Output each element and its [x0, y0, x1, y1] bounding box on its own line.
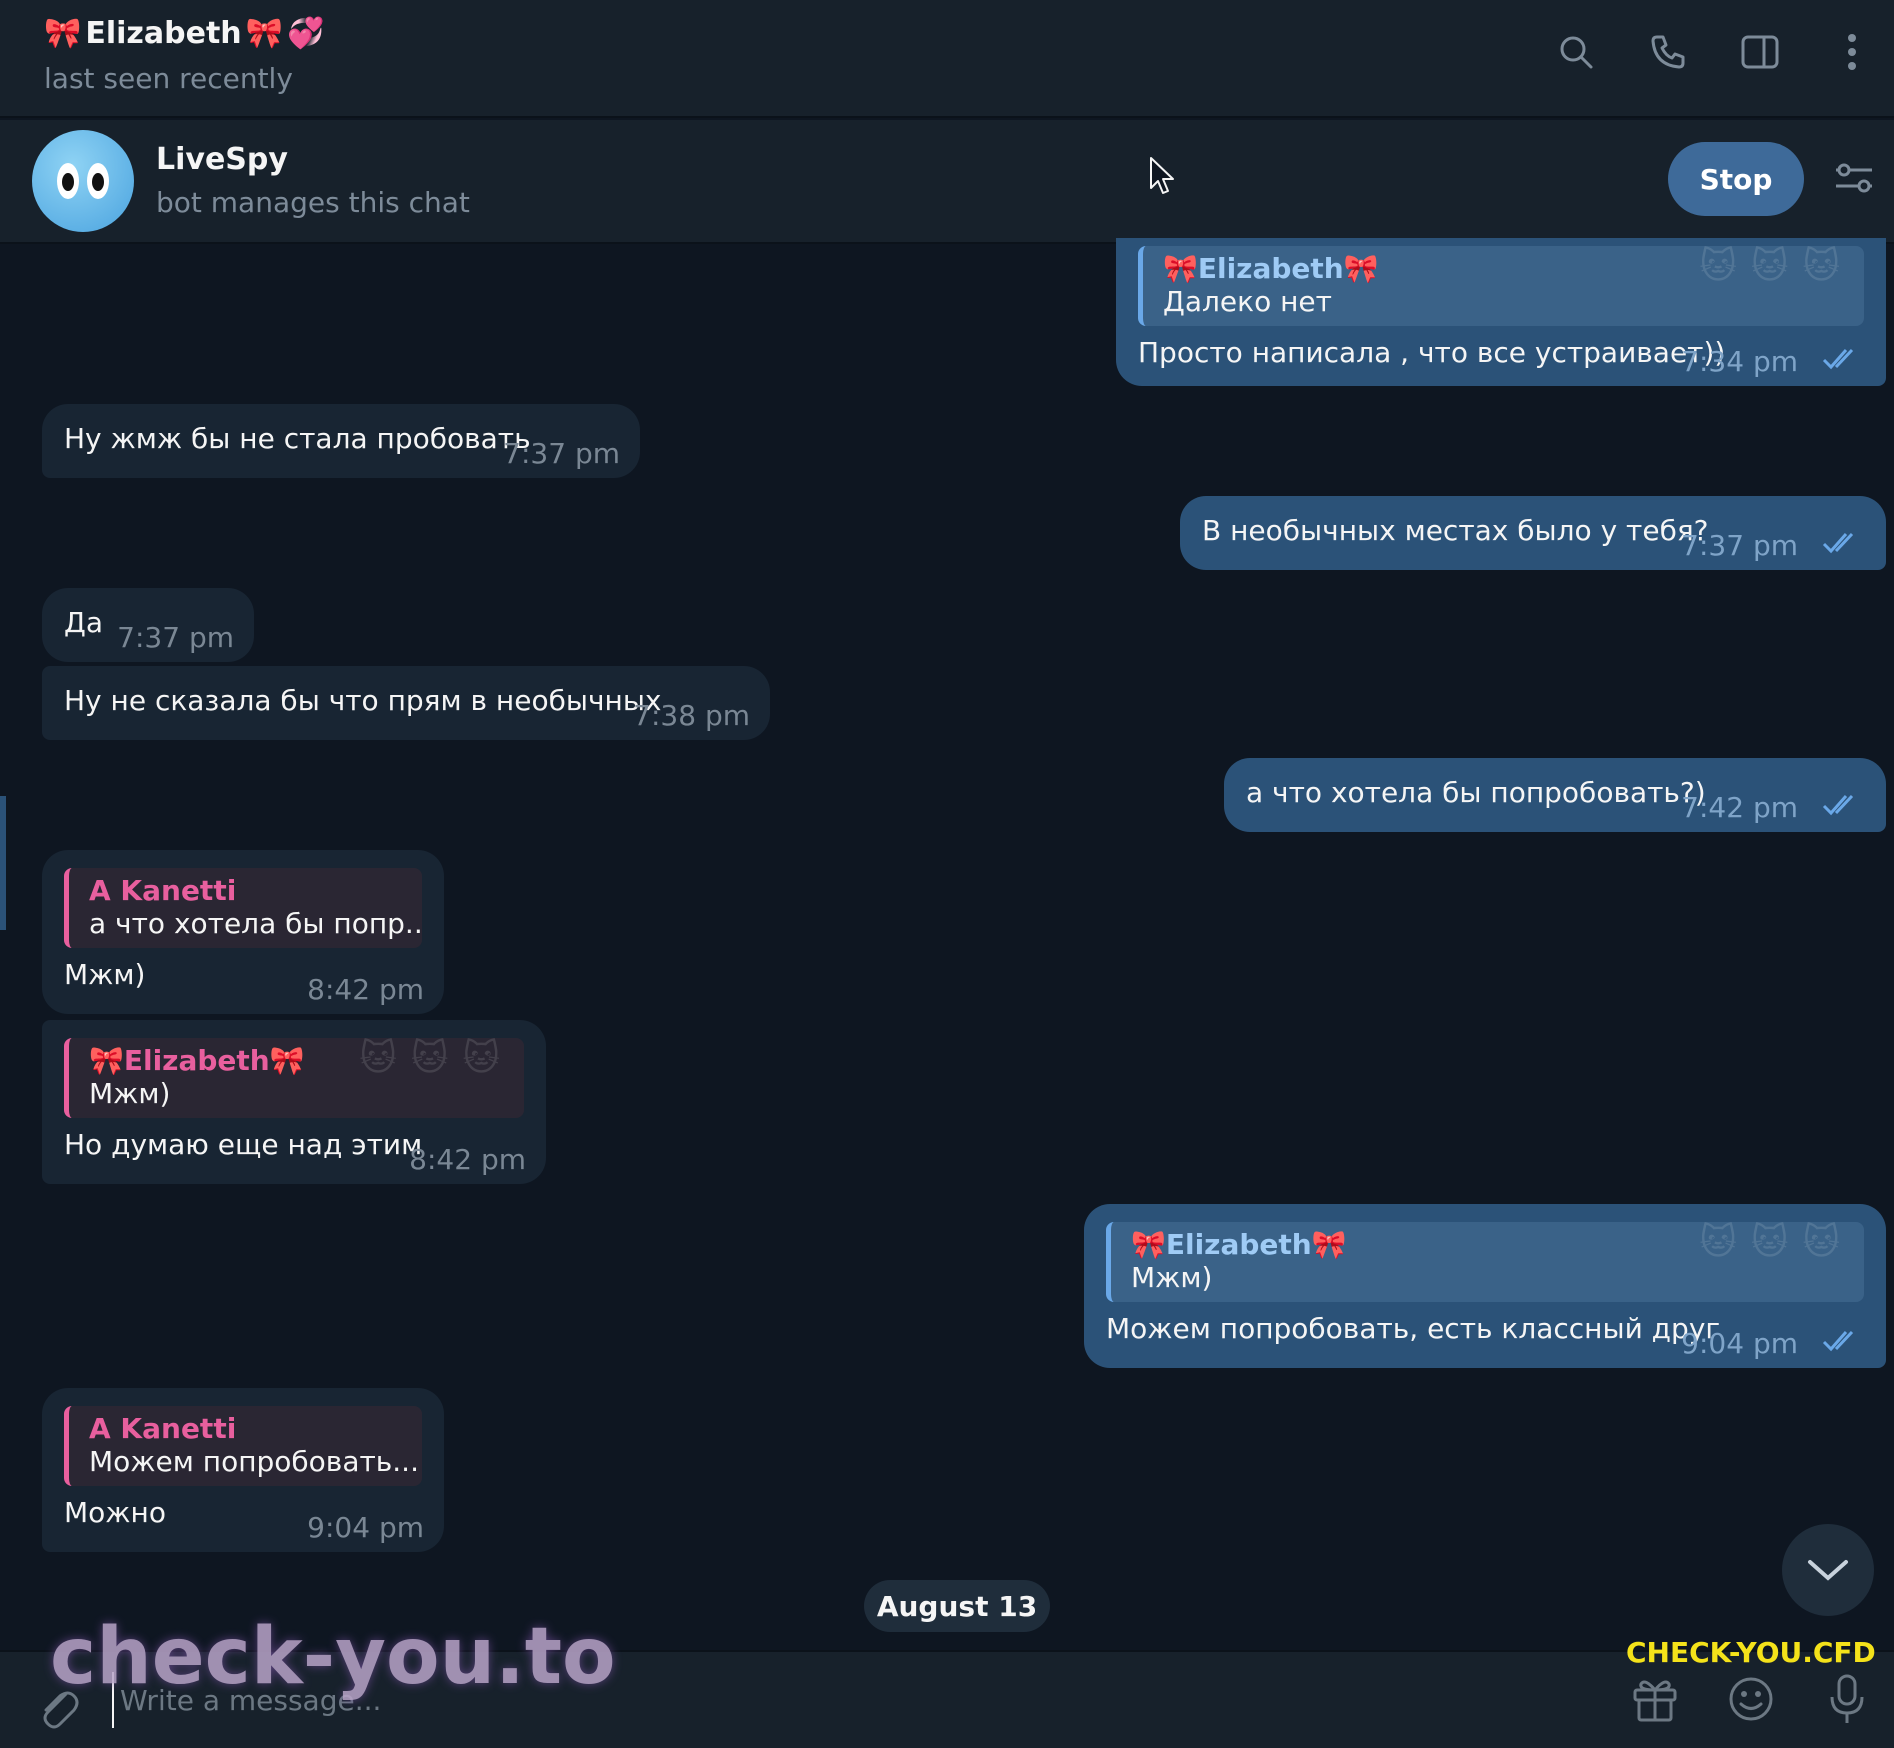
- message-time: 7:37 pm: [117, 621, 234, 654]
- stop-bot-button[interactable]: Stop: [1668, 142, 1804, 216]
- active-indicator: [0, 796, 6, 930]
- chat-status: last seen recently: [44, 62, 293, 95]
- message-bubble-outgoing[interactable]: а что хотела бы попробовать?) 7:42 pm: [1224, 758, 1886, 832]
- reply-text: а что хотела бы попр...: [89, 907, 422, 940]
- cat-pattern-icon: 🐱🐱🐱: [359, 1038, 514, 1079]
- composer-actions: [1630, 1672, 1872, 1726]
- reply-text: Мжм): [89, 1077, 171, 1110]
- gift-icon[interactable]: [1630, 1672, 1680, 1726]
- message-bubble-incoming[interactable]: A Kanetti а что хотела бы попр... Мжм) 8…: [42, 850, 444, 1014]
- watermark-right: CHECK-YOU.CFD: [1626, 1636, 1876, 1669]
- hearts-emoji: 💞: [287, 16, 325, 51]
- message-time: 7:37 pm: [503, 437, 620, 470]
- reply-quote[interactable]: 🐱🐱🐱 🎀Elizabeth🎀 Мжм): [1106, 1222, 1864, 1302]
- phone-icon[interactable]: [1646, 30, 1690, 74]
- message-bubble-outgoing[interactable]: 🐱🐱🐱 🎀Elizabeth🎀 Далеко нет Просто написа…: [1116, 238, 1886, 386]
- chat-header: 🎀 Elizabeth 🎀 💞 last seen recently: [0, 0, 1894, 118]
- reply-author: A Kanetti: [89, 1412, 237, 1445]
- read-checkmarks-icon: [1822, 794, 1854, 816]
- reply-author: A Kanetti: [89, 874, 237, 907]
- message-time: 9:04 pm: [1681, 1327, 1798, 1360]
- reply-quote[interactable]: A Kanetti а что хотела бы попр...: [64, 868, 422, 948]
- reply-quote[interactable]: 🐱🐱🐱 🎀Elizabeth🎀 Мжм): [64, 1038, 524, 1118]
- reply-text: Мжм): [1131, 1261, 1213, 1294]
- scroll-to-bottom-button[interactable]: [1782, 1524, 1874, 1616]
- mouse-cursor-icon: [1150, 157, 1174, 194]
- chat-title[interactable]: 🎀 Elizabeth 🎀 💞: [44, 16, 324, 51]
- emoji-icon[interactable]: [1726, 1672, 1776, 1726]
- cat-pattern-icon: 🐱🐱🐱: [1699, 246, 1854, 287]
- reply-quote[interactable]: A Kanetti Можем попробовать...: [64, 1406, 422, 1486]
- cat-pattern-icon: 🐱🐱🐱: [1699, 1222, 1854, 1263]
- microphone-icon[interactable]: [1822, 1672, 1872, 1726]
- message-bubble-incoming[interactable]: 🐱🐱🐱 🎀Elizabeth🎀 Мжм) Но думаю еще над эт…: [42, 1020, 546, 1184]
- reply-quote[interactable]: 🐱🐱🐱 🎀Elizabeth🎀 Далеко нет: [1138, 246, 1864, 326]
- chat-title-text: Elizabeth: [85, 16, 242, 51]
- read-checkmarks-icon: [1822, 348, 1854, 370]
- message-bubble-incoming[interactable]: Ну жмж бы не стала пробовать 7:37 pm: [42, 404, 640, 478]
- read-checkmarks-icon: [1822, 532, 1854, 554]
- search-icon[interactable]: [1554, 30, 1598, 74]
- chevron-down-icon: [1808, 1560, 1848, 1581]
- reply-text: Можем попробовать...: [89, 1445, 419, 1478]
- sidebar-toggle-icon[interactable]: [1738, 30, 1782, 74]
- message-time: 8:42 pm: [307, 973, 424, 1006]
- message-time: 7:42 pm: [1681, 791, 1798, 824]
- read-checkmarks-icon: [1822, 1330, 1854, 1352]
- message-time: 7:34 pm: [1681, 345, 1798, 378]
- bot-subtitle: bot manages this chat: [156, 186, 470, 219]
- message-bubble-incoming[interactable]: A Kanetti Можем попробовать... Можно 9:0…: [42, 1388, 444, 1552]
- header-actions: [1554, 30, 1874, 74]
- reply-text: Далеко нет: [1163, 285, 1332, 318]
- date-separator: August 13: [864, 1580, 1050, 1632]
- bot-name: LiveSpy: [156, 142, 288, 177]
- message-time: 7:37 pm: [1681, 529, 1798, 562]
- avatar-eye: [57, 163, 79, 199]
- bow-emoji: 🎀: [245, 16, 284, 51]
- message-bubble-outgoing[interactable]: 🐱🐱🐱 🎀Elizabeth🎀 Мжм) Можем попробовать, …: [1084, 1204, 1886, 1368]
- more-vertical-icon[interactable]: [1830, 30, 1874, 74]
- message-bubble-incoming[interactable]: Да 7:37 pm: [42, 588, 254, 662]
- message-time: 7:38 pm: [633, 699, 750, 732]
- message-time: 8:42 pm: [409, 1143, 526, 1176]
- bot-banner: LiveSpy bot manages this chat Stop: [0, 120, 1894, 244]
- bot-avatar[interactable]: [32, 130, 134, 232]
- message-time: 9:04 pm: [307, 1511, 424, 1544]
- message-bubble-incoming[interactable]: Ну не сказала бы что прям в необычных 7:…: [42, 666, 770, 740]
- bot-settings-icon[interactable]: [1832, 156, 1876, 200]
- message-bubble-outgoing[interactable]: В необычных местах было у тебя? 7:37 pm: [1180, 496, 1886, 570]
- avatar-eye: [87, 163, 109, 199]
- watermark-left: check-you.to: [50, 1612, 616, 1702]
- bow-emoji: 🎀: [44, 16, 82, 51]
